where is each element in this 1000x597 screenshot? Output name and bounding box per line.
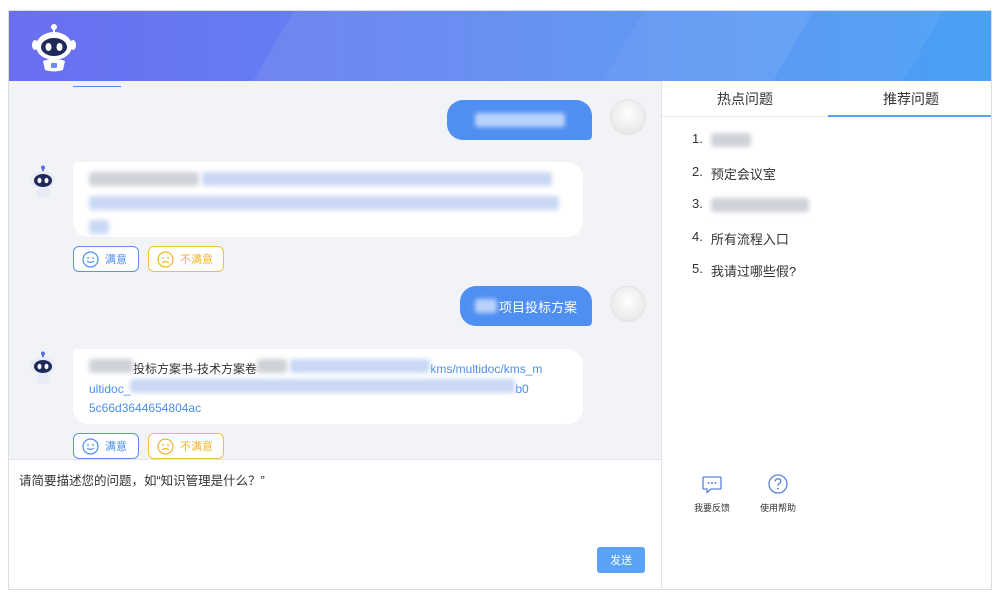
send-button[interactable]: 发送 (597, 547, 645, 573)
app-header (9, 11, 991, 171)
question-item[interactable]: 3. (692, 196, 809, 229)
unsatisfied-button[interactable]: 不满意 (148, 246, 224, 272)
help-button[interactable]: 使用帮助 (748, 473, 808, 514)
question-text: 预定会议室 (710, 166, 776, 182)
bot-message: 投标方案书-技术方案卷 kms/multidoc/kms_m ultidoc_ b… (73, 349, 583, 424)
bot-doc-link-part2[interactable]: ultidoc_ (89, 382, 130, 396)
satisfied-button[interactable]: 满意 (73, 246, 139, 272)
feedback-button[interactable]: 我要反馈 (682, 473, 742, 514)
smile-icon (82, 437, 99, 455)
bot-doc-title: 投标方案书-技术方案卷 (133, 362, 257, 376)
bot-doc-link-part4[interactable]: 5c66d3644654804ac (89, 401, 201, 415)
question-text: 所有流程入口 (710, 231, 789, 247)
question-item[interactable]: 1. (692, 131, 809, 164)
smile-icon (82, 250, 99, 268)
satisfied-button[interactable]: 满意 (73, 433, 139, 459)
robot-logo-icon (32, 24, 76, 72)
question-item[interactable]: 2. 预定会议室 (692, 164, 809, 197)
tab-hot-questions[interactable]: 热点问题 (662, 81, 828, 116)
bot-doc-link-part3[interactable]: b0 (515, 382, 528, 396)
user-avatar (610, 99, 646, 135)
satisfied-label: 满意 (105, 441, 127, 453)
help-label: 使用帮助 (759, 503, 796, 513)
frown-icon (157, 437, 174, 455)
question-list: 1. 2. 预定会议室 3. 4. 所有流程入口 5. 我请过哪些假? (692, 131, 809, 294)
user-avatar (610, 286, 646, 322)
message-input-area[interactable]: 请简要描述您的问题，如“知识管理是什么？” 发送 (9, 459, 661, 589)
user-message-text: 项目投标方案 (498, 299, 577, 315)
feedback-icon (702, 476, 722, 494)
feedback-label: 我要反馈 (693, 503, 730, 513)
bot-avatar-icon (31, 351, 55, 384)
question-sidebar: 热点问题 推荐问题 1. 2. 预定会议室 3. 4. 所有流程入口 5. 我请… (661, 81, 991, 589)
sidebar-tabs: 热点问题 推荐问题 (662, 81, 991, 117)
frown-icon (157, 250, 174, 268)
bot-doc-link-part1[interactable]: kms/multidoc/kms_m (430, 362, 542, 376)
bot-avatar-icon (31, 165, 55, 198)
bot-message (73, 162, 583, 237)
question-item[interactable]: 4. 所有流程入口 (692, 229, 809, 262)
tab-recommended-questions[interactable]: 推荐问题 (828, 81, 991, 117)
chat-window: 满意 不满意 项目投标方案 投标方案书-技术方案卷 kms/multidoc/k… (8, 10, 992, 590)
unsatisfied-label: 不满意 (180, 441, 213, 453)
unsatisfied-label: 不满意 (180, 254, 213, 266)
message-input[interactable]: 请简要描述您的问题，如“知识管理是什么？” (19, 470, 265, 489)
satisfied-label: 满意 (105, 254, 127, 266)
help-icon (768, 474, 788, 494)
chat-messages[interactable]: 满意 不满意 项目投标方案 投标方案书-技术方案卷 kms/multidoc/k… (9, 81, 661, 459)
unsatisfied-button[interactable]: 不满意 (148, 433, 224, 459)
question-text: 我请过哪些假? (710, 264, 797, 279)
user-message (447, 100, 592, 140)
user-message: 项目投标方案 (460, 286, 592, 326)
previous-message-link[interactable] (73, 81, 121, 87)
question-item[interactable]: 5. 我请过哪些假? (692, 261, 809, 294)
